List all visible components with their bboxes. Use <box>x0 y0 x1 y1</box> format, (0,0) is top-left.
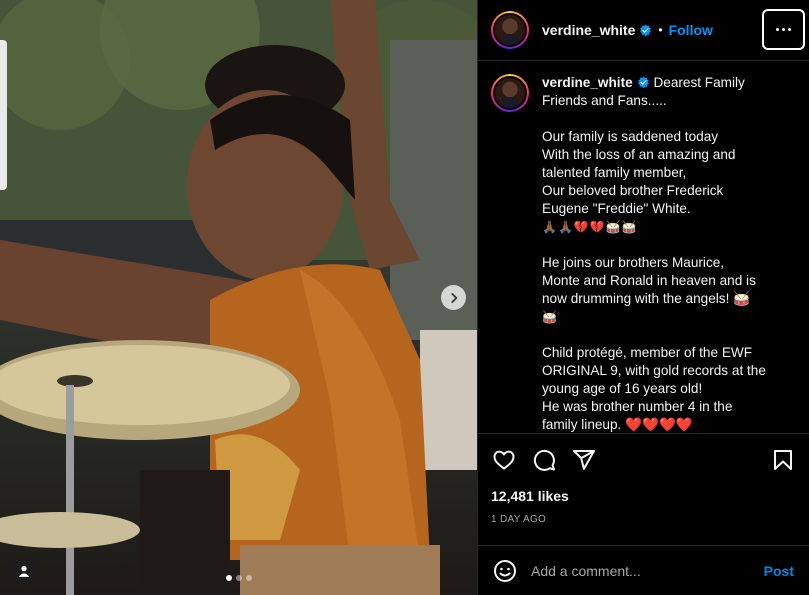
verified-badge-icon <box>640 24 652 36</box>
caption-line: Our family is saddened today <box>542 129 719 144</box>
post-comment-button[interactable]: Post <box>764 563 794 579</box>
avatar-image <box>493 13 527 47</box>
user-tag-icon <box>18 566 30 577</box>
caption-emoji-line: 🙏🏾🙏🏾💔💔🥁🥁 <box>542 220 638 234</box>
caption-line: Dearest Family <box>653 75 745 90</box>
action-icon-row <box>491 434 796 486</box>
comment-bar: Post <box>478 545 809 595</box>
post-photo <box>0 0 477 595</box>
header-username[interactable]: verdine_white <box>542 22 635 38</box>
comment-input[interactable] <box>531 562 764 579</box>
caption-line: Child protégé, member of the EWF <box>542 345 753 360</box>
share-button[interactable] <box>571 447 597 473</box>
caption-line: He was brother number 4 in the <box>542 399 733 414</box>
caption-avatar-image <box>493 76 527 110</box>
caption-line: He joins our brothers Maurice, <box>542 255 725 270</box>
caption-username[interactable]: verdine_white <box>542 75 633 90</box>
heart-icon <box>493 450 515 470</box>
save-button[interactable] <box>770 447 796 473</box>
likes-count[interactable]: 12,481 likes <box>491 488 796 504</box>
caption-line: ORIGINAL 9, with gold records at the <box>542 363 766 378</box>
caption-text: verdine_white Dearest Family Friends and… <box>542 74 792 433</box>
caption-line: Eugene "Freddie" White. <box>542 201 691 216</box>
caption-emoji-line: 🥁 <box>542 310 558 324</box>
post-header: verdine_white • Follow <box>478 0 809 61</box>
post-media[interactable] <box>0 0 477 595</box>
smile-icon[interactable] <box>493 559 517 583</box>
next-slide-button[interactable] <box>441 285 466 310</box>
comment-icon <box>533 449 555 471</box>
comment-button[interactable] <box>531 447 557 473</box>
caption-avatar[interactable] <box>491 74 529 112</box>
carousel-dots <box>226 575 252 581</box>
carousel-dot-3 <box>246 575 252 581</box>
caption-line: Our beloved brother Frederick <box>542 183 724 198</box>
follow-button[interactable]: Follow <box>669 22 713 38</box>
caption-line: young age of 16 years old! <box>542 381 703 396</box>
media-scroll-indicator[interactable] <box>0 40 7 190</box>
caption-scroll-area[interactable]: verdine_white Dearest Family Friends and… <box>478 62 809 433</box>
post-details-panel: verdine_white • Follow verdine_white Dea… <box>477 0 809 595</box>
more-options-icon <box>776 28 779 31</box>
caption-line: With the loss of an amazing and <box>542 147 736 162</box>
tagged-users-button[interactable] <box>10 557 38 585</box>
more-options-button[interactable] <box>762 9 805 50</box>
caption-line: Friends and Fans..... <box>542 93 667 108</box>
caption-line: now drumming with the angels! 🥁 <box>542 291 751 306</box>
post-date[interactable]: 1 DAY AGO <box>491 514 796 525</box>
caption-line: Monte and Ronald in heaven and is <box>542 273 756 288</box>
verified-badge-icon <box>637 76 649 89</box>
post-actions: 12,481 likes 1 DAY AGO <box>478 433 809 545</box>
chevron-right-icon <box>450 292 457 303</box>
header-separator: • <box>658 23 663 37</box>
like-button[interactable] <box>491 447 517 473</box>
carousel-dot-2 <box>236 575 242 581</box>
caption-line: talented family member, <box>542 165 687 180</box>
send-icon <box>573 450 595 470</box>
avatar[interactable] <box>491 11 529 49</box>
bookmark-icon <box>774 450 792 470</box>
caption-line: family lineup. ❤️❤️❤️❤️ <box>542 417 693 432</box>
carousel-dot-1 <box>226 575 232 581</box>
caption-row: verdine_white Dearest Family Friends and… <box>491 74 795 433</box>
